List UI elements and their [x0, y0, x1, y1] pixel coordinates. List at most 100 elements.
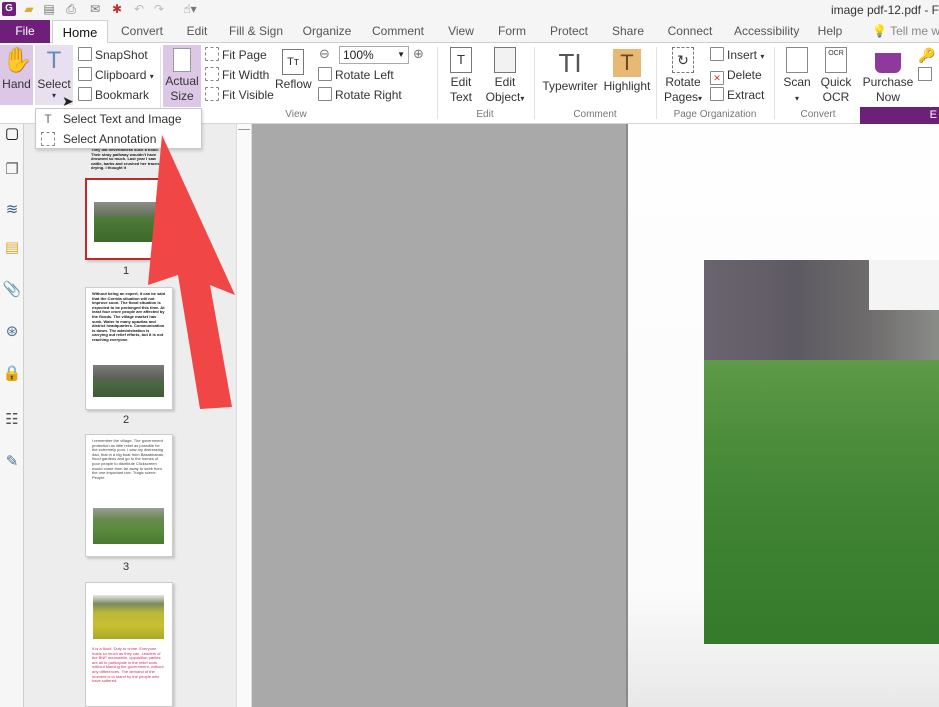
- rotate-left-icon: [318, 67, 332, 81]
- select-annotation-icon: [41, 132, 55, 146]
- delete-page-icon: ✕: [710, 71, 724, 85]
- fit-page-icon: [205, 47, 219, 61]
- fit-page-button[interactable]: Fit Page: [205, 46, 267, 64]
- rotate-right-button[interactable]: Rotate Right: [318, 86, 402, 104]
- tab-connect[interactable]: Connect: [664, 20, 716, 43]
- hand-tool-dropdown-icon[interactable]: ☝▾: [176, 2, 204, 16]
- tab-protect[interactable]: Protect: [544, 20, 594, 43]
- tab-view[interactable]: View: [442, 20, 480, 43]
- select-label: Select: [37, 77, 71, 91]
- zoom-out-icon[interactable]: ⊖: [319, 46, 330, 62]
- zoom-level-select[interactable]: 100% ▼: [339, 46, 409, 64]
- window-title: image pdf-12.pdf - F: [830, 3, 939, 17]
- highlight-button[interactable]: T Highlight: [603, 49, 651, 94]
- clipboard-button[interactable]: Clipboard ▾: [78, 66, 154, 84]
- print-icon[interactable]: ⎙: [64, 2, 78, 16]
- collapse-panel-handle[interactable]: [238, 126, 250, 130]
- red-arrow-annotation: [148, 135, 235, 409]
- open-icon[interactable]: ▰: [22, 2, 36, 16]
- rotate-left-button[interactable]: Rotate Left: [318, 66, 394, 84]
- thumbnail-page-3[interactable]: I remember the village. The government p…: [85, 434, 173, 557]
- snapshot-button[interactable]: SnapShot: [78, 46, 148, 64]
- key-icon[interactable]: 🔑: [918, 47, 935, 64]
- page-settings-icon[interactable]: [918, 67, 932, 81]
- typewriter-button[interactable]: TI Typewriter: [540, 49, 600, 94]
- bookmark-icon: [78, 87, 92, 101]
- extract-button[interactable]: Extract: [710, 86, 764, 104]
- form-fields-icon[interactable]: ☷: [2, 410, 22, 430]
- redo-icon[interactable]: ↷: [152, 2, 166, 16]
- email-icon[interactable]: ✉: [88, 2, 102, 16]
- shopping-basket-icon: [875, 53, 901, 73]
- undo-icon[interactable]: ↶: [132, 2, 146, 16]
- thumbnail-page-4[interactable]: It is a flood. Duty to crime. Everyone h…: [85, 582, 173, 707]
- zoom-in-icon[interactable]: ⊕: [413, 46, 424, 62]
- page-number-label: 3: [122, 561, 130, 573]
- quick-ocr-button[interactable]: OCR Quick OCR: [818, 47, 854, 105]
- reflow-button[interactable]: Tт Reflow: [275, 49, 312, 92]
- purchase-now-button[interactable]: Purchase Now: [862, 47, 914, 105]
- clipboard-dropdown-icon: ▾: [149, 72, 154, 81]
- tab-convert[interactable]: Convert: [114, 20, 170, 43]
- group-separator: [437, 47, 438, 119]
- attachments-icon[interactable]: 📎: [2, 280, 22, 300]
- tab-home[interactable]: Home: [52, 20, 108, 44]
- tab-fill-sign[interactable]: Fill & Sign: [226, 20, 286, 43]
- photo-sky: [869, 260, 939, 310]
- purchase-group-band: E: [860, 107, 939, 124]
- highlight-icon: T: [613, 49, 641, 77]
- layers-icon[interactable]: ≋: [2, 200, 22, 220]
- hand-button[interactable]: ✋ Hand: [0, 45, 33, 105]
- security-icon[interactable]: ⊛: [2, 322, 22, 342]
- scan-dropdown-icon: ▾: [794, 94, 799, 103]
- signature-icon[interactable]: ✎: [2, 452, 22, 472]
- scan-button[interactable]: Scan ▾: [780, 47, 814, 106]
- document-photo-field: [704, 260, 939, 644]
- rotate-pages-button[interactable]: ↻ Rotate Pages▾: [660, 47, 706, 106]
- photo-grass: [704, 360, 939, 644]
- tab-accessibility[interactable]: Accessibility: [734, 20, 799, 43]
- edit-object-dropdown-icon: ▾: [520, 94, 525, 103]
- actual-size-button[interactable]: Actual Size: [163, 45, 201, 107]
- ocr-icon: OCR: [825, 47, 847, 73]
- fit-width-icon: [205, 67, 219, 81]
- delete-button[interactable]: ✕ Delete: [710, 66, 762, 85]
- rotate-pages-icon: ↻: [672, 47, 694, 73]
- typewriter-icon: TI: [558, 48, 582, 78]
- page-thumbnails-icon[interactable]: ❐: [2, 160, 22, 180]
- tab-comment[interactable]: Comment: [368, 20, 428, 43]
- edit-text-button[interactable]: T Edit Text: [443, 47, 479, 105]
- select-text-icon: T: [44, 112, 52, 126]
- page-icon[interactable]: ▢: [2, 124, 22, 144]
- scan-icon: [786, 47, 808, 73]
- tell-me-label: Tell me w: [890, 24, 939, 38]
- tab-help[interactable]: Help: [814, 20, 846, 43]
- edit-object-button[interactable]: Edit Object▾: [483, 47, 527, 106]
- comments-icon[interactable]: ▤: [2, 238, 22, 258]
- tab-form[interactable]: Form: [494, 20, 530, 43]
- insert-button[interactable]: Insert ▾: [710, 46, 764, 64]
- group-label-view: View: [285, 109, 307, 120]
- fit-width-button[interactable]: Fit Width: [205, 66, 269, 84]
- tell-me-search[interactable]: 💡 Tell me w: [872, 20, 939, 43]
- hand-label: Hand: [2, 77, 31, 91]
- bookmark-button[interactable]: Bookmark: [78, 86, 149, 104]
- new-document-icon[interactable]: ✱: [110, 2, 124, 16]
- tab-organize[interactable]: Organize: [298, 20, 356, 43]
- group-label-edit: Edit: [476, 109, 494, 120]
- quick-access-toolbar: G ▰ ▤ ⎙ ✉ ✱ ↶ ↷ ☝▾ image pdf-12.pdf - F: [0, 0, 939, 20]
- lock-icon[interactable]: 🔒: [2, 364, 22, 384]
- tab-file[interactable]: File: [0, 20, 50, 43]
- hand-icon: ✋: [2, 47, 33, 74]
- fit-visible-button[interactable]: Fit Visible: [205, 86, 274, 104]
- arrow-shape: [148, 135, 235, 409]
- menu-item-select-text-and-image[interactable]: T Select Text and Image: [36, 109, 201, 129]
- page-number-label: 1: [122, 265, 130, 277]
- tab-share[interactable]: Share: [608, 20, 648, 43]
- rotate-right-icon: [318, 87, 332, 101]
- tab-edit[interactable]: Edit: [178, 20, 216, 43]
- ribbon-tabs: File Home Convert Edit Fill & Sign Organ…: [0, 20, 939, 44]
- lightbulb-icon: 💡: [872, 24, 887, 38]
- mouse-cursor-icon: ➤: [62, 93, 74, 109]
- save-icon[interactable]: ▤: [42, 2, 56, 16]
